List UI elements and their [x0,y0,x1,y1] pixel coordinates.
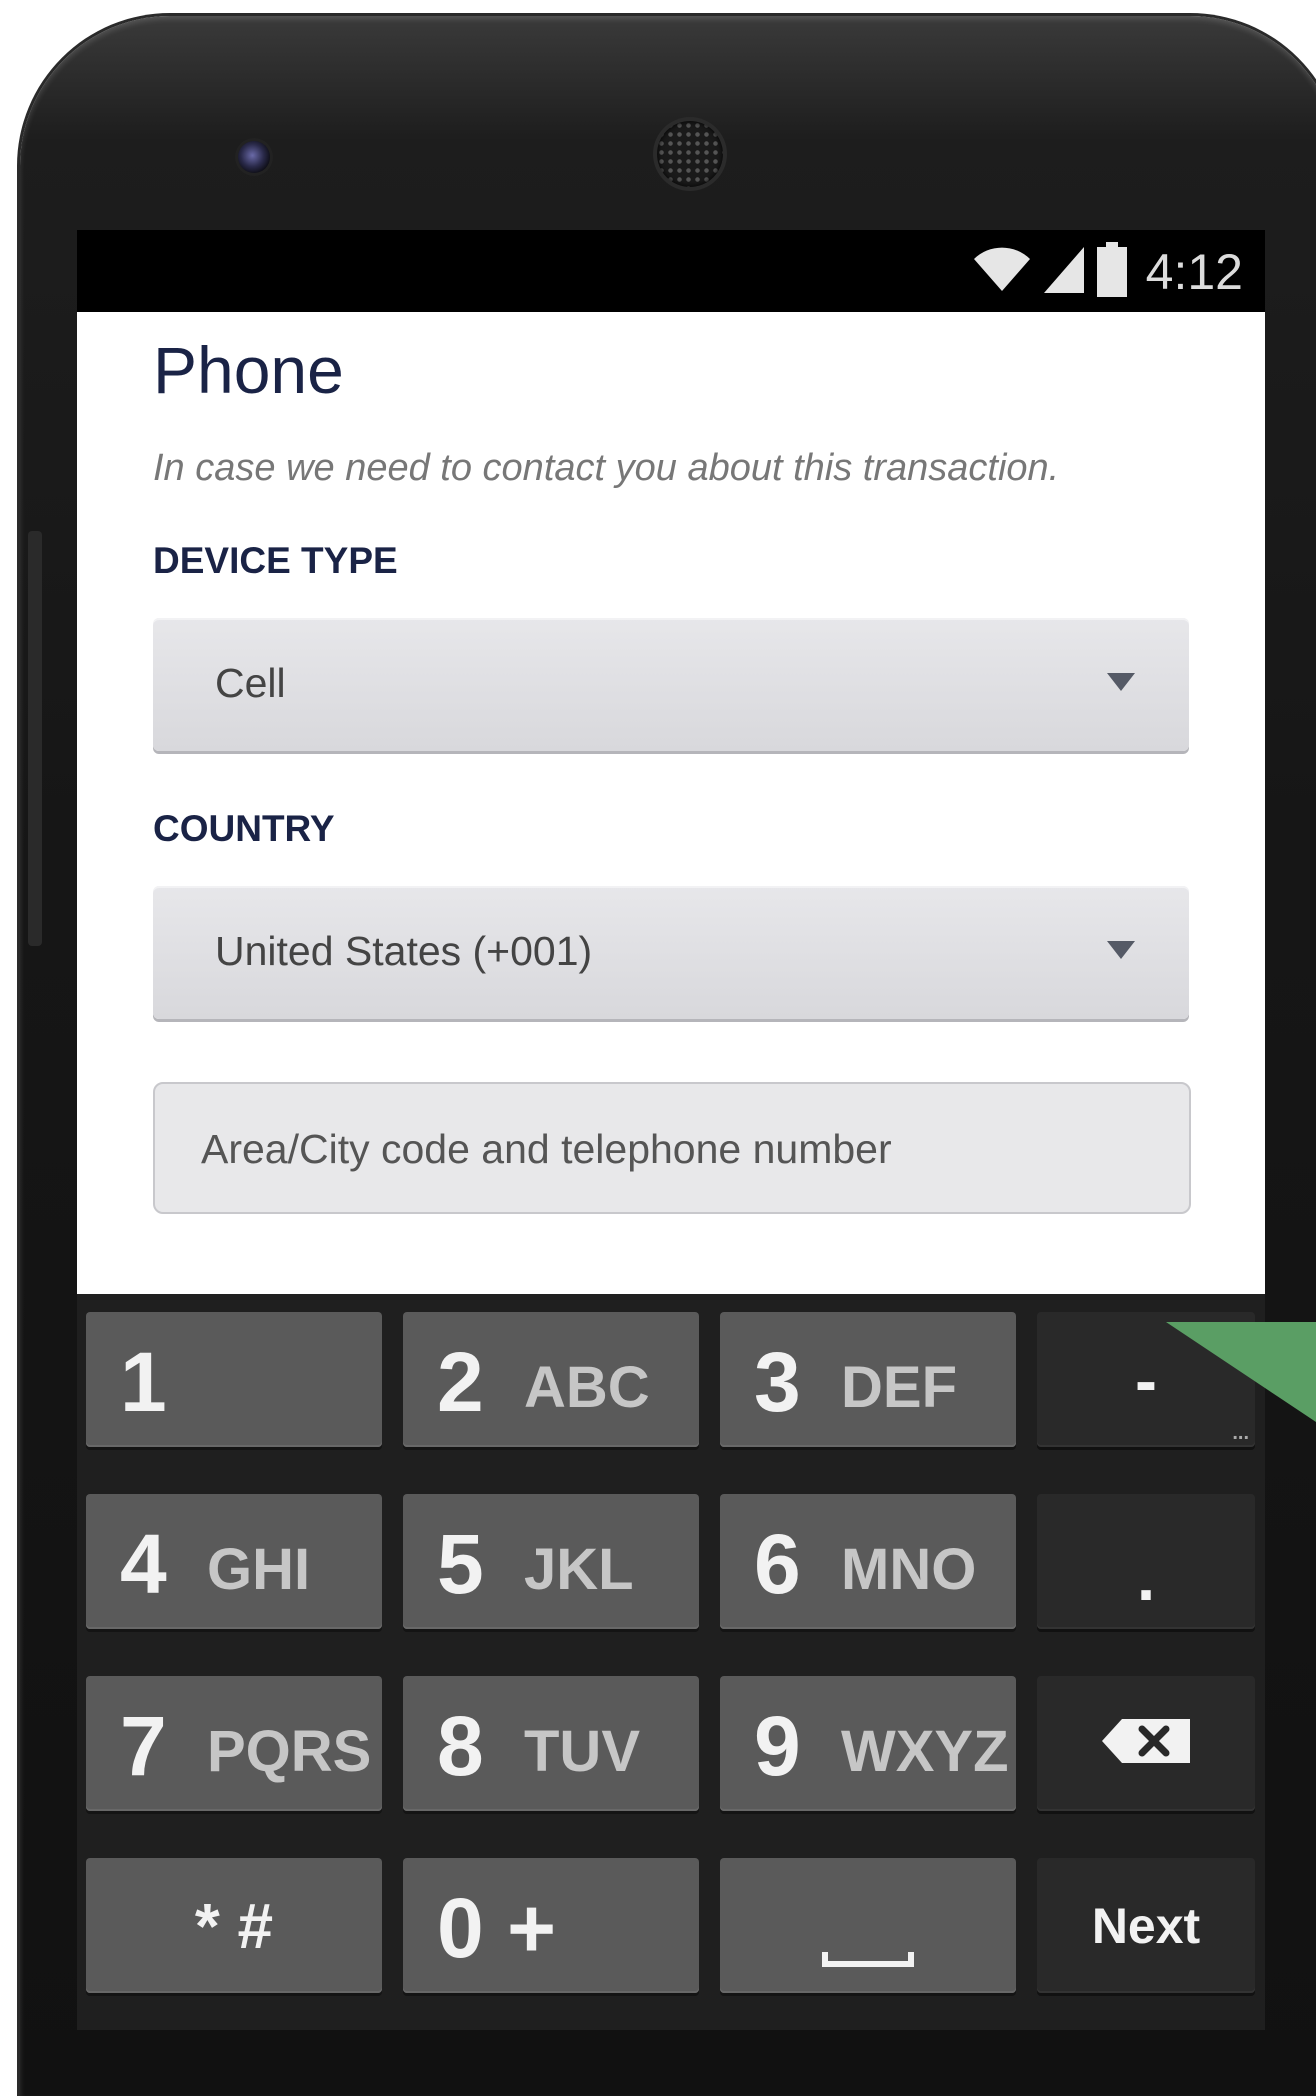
next-label: Next [1091,1897,1201,1954]
key-4[interactable]: 4 GHI [86,1494,382,1629]
key-letters: DEF [841,1355,957,1420]
earpiece-speaker [657,121,723,187]
backspace-icon [1102,1719,1190,1768]
key-3[interactable]: 3 DEF [720,1312,1016,1447]
key-9[interactable]: 9 WXYZ [720,1676,1016,1811]
chevron-down-icon [1107,673,1135,691]
key-letters: JKL [524,1537,634,1602]
space-key[interactable] [720,1858,1016,1993]
key-2[interactable]: 2 ABC [403,1312,699,1447]
country-value: United States (+001) [215,928,593,974]
key-1[interactable]: 1 [86,1312,382,1447]
device-type-label: DEVICE TYPE [153,540,398,581]
key-8[interactable]: 8 TUV [403,1676,699,1811]
device-type-select[interactable]: Cell [153,618,1189,751]
more-indicator: ... [1232,1422,1249,1444]
side-button [28,531,42,946]
dash-symbol: - [1135,1342,1157,1417]
key-0[interactable]: 0 + [403,1858,699,1993]
status-bar: 4:12 [77,230,1265,312]
key-digit: 6 [754,1517,801,1611]
key-letters: ABC [524,1355,650,1420]
phone-number-input[interactable] [199,1108,1143,1190]
chevron-down-icon [1107,941,1135,959]
key-digit: 8 [437,1699,484,1793]
backspace-key[interactable] [1037,1676,1255,1811]
country-select[interactable]: United States (+001) [153,886,1189,1019]
page-subtitle: In case we need to contact you about thi… [153,447,1060,489]
green-corner-flag [1166,1322,1316,1422]
battery-icon [1096,241,1128,303]
key-letters: WXYZ [841,1719,1009,1784]
key-letters: MNO [841,1537,977,1602]
star-hash-symbol: * # [194,1889,274,1962]
key-letters: TUV [524,1719,640,1784]
key-digit: 2 [437,1335,484,1429]
wifi-icon [972,245,1032,300]
key-digit: 3 [754,1335,801,1429]
key-digit: 1 [120,1335,167,1429]
device-type-value: Cell [215,660,286,706]
phone-form: Phone In case we need to contact you abo… [77,312,1265,1294]
space-bar-icon [822,1950,914,1973]
key-letters: PQRS [207,1719,372,1784]
key-digit: 5 [437,1517,484,1611]
star-hash-key[interactable]: * # [86,1858,382,1993]
country-label: COUNTRY [153,808,335,849]
key-digit: 9 [754,1699,801,1793]
signal-icon [1042,245,1086,300]
phone-number-field[interactable] [153,1082,1191,1214]
status-time: 4:12 [1145,244,1243,300]
numeric-keypad: 1 2 ABC 3 DEF - ... 4 GHI 5 JKL 6 MNO . [77,1294,1265,2030]
key-7[interactable]: 7 PQRS [86,1676,382,1811]
period-key[interactable]: . [1037,1494,1255,1629]
key-6[interactable]: 6 MNO [720,1494,1016,1629]
period-symbol: . [1136,1539,1156,1614]
key-digit: 4 [120,1517,167,1611]
key-5[interactable]: 5 JKL [403,1494,699,1629]
front-camera [238,141,270,173]
next-button[interactable]: Next [1037,1858,1255,1993]
key-digit: 0 + [437,1881,557,1975]
key-letters: GHI [207,1537,311,1602]
key-digit: 7 [120,1699,167,1793]
screen: 4:12 Phone In case we need to contact yo… [77,230,1265,2030]
status-icons: 4:12 [972,241,1243,303]
page-title: Phone [153,333,344,407]
